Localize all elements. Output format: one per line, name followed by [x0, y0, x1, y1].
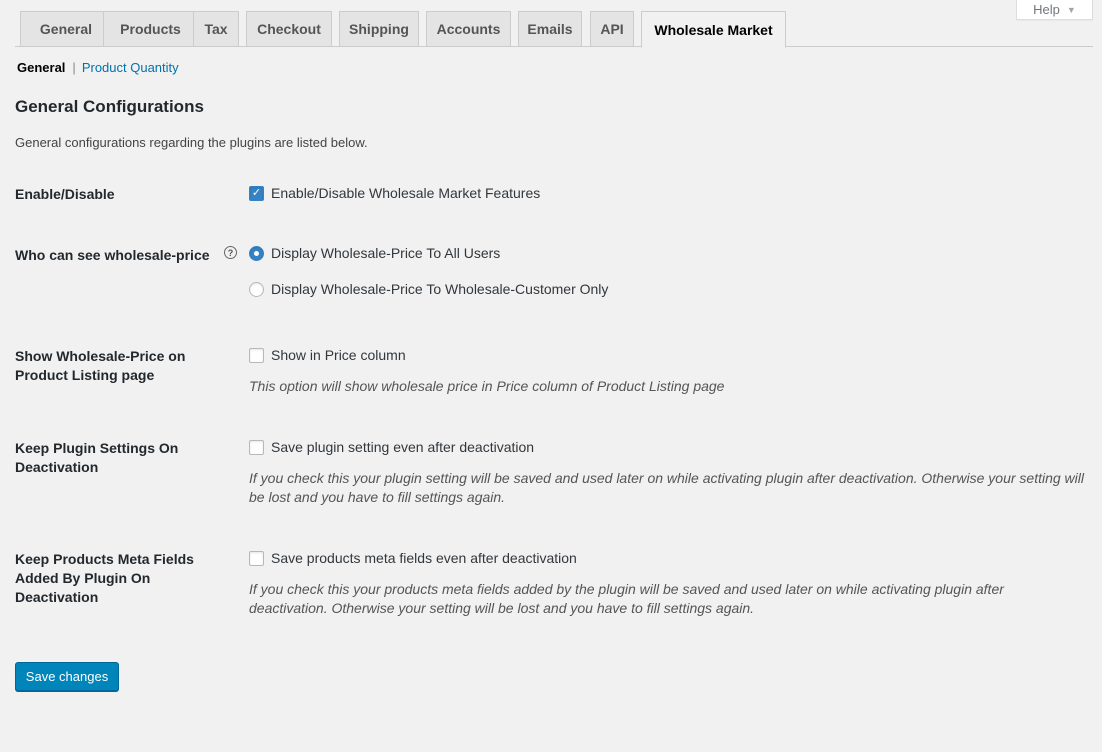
show-listing-label: Show Wholesale-Price on Product Listing … [15, 348, 186, 383]
keep-settings-description: If you check this your plugin setting wi… [249, 470, 1085, 505]
save-changes-button[interactable]: Save changes [15, 662, 119, 691]
keep-meta-label: Keep Products Meta Fields Added By Plugi… [15, 551, 194, 605]
section-description: General configurations regarding the plu… [15, 135, 368, 150]
enable-option-label: Enable/Disable Wholesale Market Features [271, 185, 541, 201]
settings-tabs: General Products Tax Checkout Shipping A… [15, 11, 1093, 48]
keep-meta-checkbox[interactable] [249, 550, 264, 566]
show-listing-description: This option will show wholesale price in… [249, 378, 725, 394]
enable-checkbox[interactable]: ✓ [249, 185, 264, 201]
radio-dot-icon [254, 250, 259, 256]
tab-shipping[interactable]: Shipping [339, 11, 419, 47]
keep-settings-option-label: Save plugin setting even after deactivat… [271, 439, 535, 455]
tab-emails[interactable]: Emails [518, 11, 582, 47]
tab-tax[interactable]: Tax [193, 11, 239, 47]
show-listing-option[interactable]: Show in Price column [249, 347, 406, 363]
help-tip-icon[interactable]: ? [224, 246, 237, 259]
checkmark-icon: ✓ [251, 186, 262, 199]
tab-general[interactable]: General [20, 11, 112, 47]
tab-accounts[interactable]: Accounts [426, 11, 511, 47]
keep-settings-checkbox[interactable] [249, 439, 264, 455]
enable-option[interactable]: ✓ Enable/Disable Wholesale Market Featur… [249, 185, 540, 201]
tab-products[interactable]: Products [103, 11, 198, 47]
tab-api[interactable]: API [590, 11, 634, 47]
radio-wholesale-only-label: Display Wholesale-Price To Wholesale-Cus… [271, 281, 609, 297]
radio-all-users[interactable] [249, 245, 264, 261]
radio-all-users-label: Display Wholesale-Price To All Users [271, 245, 501, 261]
tab-wholesale-market[interactable]: Wholesale Market [641, 11, 786, 48]
radio-option-all-users[interactable]: Display Wholesale-Price To All Users [249, 245, 500, 261]
keep-settings-label: Keep Plugin Settings On Deactivation [15, 440, 179, 475]
subnav-product-quantity-link[interactable]: Product Quantity [82, 60, 179, 75]
keep-meta-option[interactable]: Save products meta fields even after dea… [249, 550, 577, 566]
subnav-separator: | [72, 60, 76, 75]
keep-settings-option[interactable]: Save plugin setting even after deactivat… [249, 439, 534, 455]
enable-label: Enable/Disable [15, 186, 115, 202]
show-listing-checkbox[interactable] [249, 347, 264, 363]
radio-wholesale-only[interactable] [249, 281, 264, 297]
tab-checkout[interactable]: Checkout [246, 11, 332, 47]
show-listing-option-label: Show in Price column [271, 347, 406, 363]
subsection-nav: General | Product Quantity [17, 60, 179, 75]
keep-meta-description: If you check this your products meta fie… [249, 581, 1004, 616]
section-title: General Configurations [15, 97, 204, 116]
keep-meta-option-label: Save products meta fields even after dea… [271, 550, 577, 566]
subnav-general[interactable]: General [17, 60, 65, 75]
who-can-see-label: Who can see wholesale-price [15, 247, 210, 263]
radio-option-wholesale-only[interactable]: Display Wholesale-Price To Wholesale-Cus… [249, 281, 608, 297]
